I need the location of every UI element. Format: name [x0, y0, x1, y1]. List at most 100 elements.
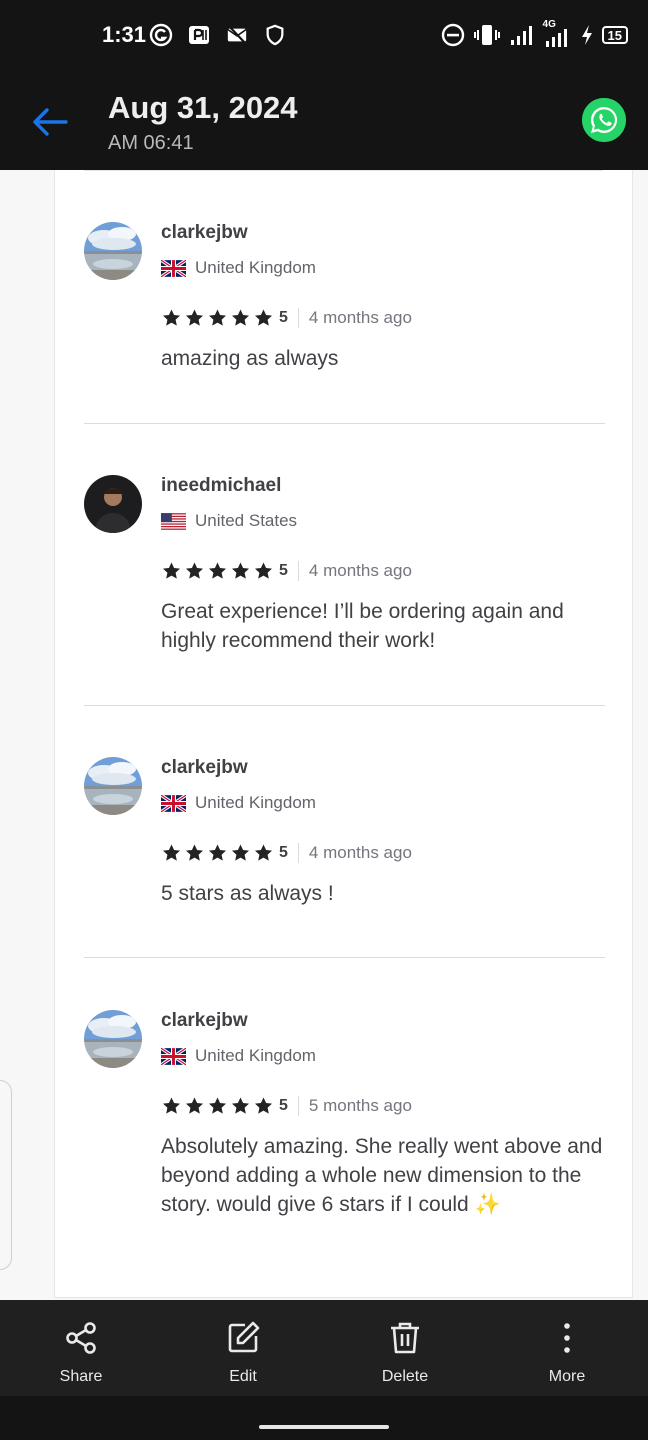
status-notification-icons	[148, 22, 288, 48]
edit-label: Edit	[229, 1368, 257, 1385]
country-name: United States	[195, 511, 298, 530]
avatar[interactable]	[84, 1010, 142, 1068]
uk-flag-icon	[161, 795, 186, 812]
divider	[84, 423, 605, 424]
separator	[297, 843, 299, 863]
reviews-scroll-area[interactable]: clarkejbw United Kingdom 5 4 months ago …	[0, 170, 648, 1300]
star-icon	[207, 308, 228, 328]
country-name: United Kingdom	[195, 1046, 316, 1065]
star-rating	[161, 843, 274, 863]
reviewer-name[interactable]: clarkejbw	[161, 222, 248, 244]
edit-icon	[228, 1321, 260, 1353]
divider	[84, 705, 605, 706]
status-bar: 1:31 4G 15	[0, 0, 648, 72]
rating-row: 5 5 months ago	[161, 1096, 412, 1116]
do-not-disturb-icon	[440, 22, 466, 48]
reviewer-name[interactable]: clarkejbw	[161, 1010, 248, 1032]
star-icon	[184, 308, 205, 328]
divider	[84, 170, 603, 171]
star-icon	[230, 843, 251, 863]
rating-score: 5	[279, 562, 288, 579]
star-rating	[161, 1096, 274, 1116]
star-icon	[184, 1096, 205, 1116]
delete-button[interactable]: Delete	[324, 1300, 486, 1396]
star-icon	[184, 561, 205, 581]
review-time: 4 months ago	[308, 308, 412, 327]
review-item: clarkejbw United Kingdom 5 4 months ago …	[84, 222, 605, 422]
whatsapp-icon	[582, 98, 626, 142]
review-item: clarkejbw United Kingdom 5 4 months ago …	[84, 757, 605, 957]
bottom-action-bar: Share Edit Delete More	[0, 1300, 648, 1396]
reviewer-name[interactable]: ineedmichael	[161, 475, 281, 497]
avatar[interactable]	[84, 222, 142, 280]
star-icon	[161, 561, 182, 581]
reviewer-country: United Kingdom	[161, 1046, 316, 1066]
mail-muted-icon	[224, 22, 250, 48]
back-button[interactable]	[26, 98, 74, 146]
battery-indicator: 15	[601, 26, 628, 44]
delete-label: Delete	[381, 1368, 429, 1385]
parking-app-icon	[186, 22, 212, 48]
system-nav-bar	[0, 1396, 648, 1440]
star-rating	[161, 308, 274, 328]
status-time: 1:31	[102, 22, 147, 47]
reviewer-country: United Kingdom	[161, 258, 316, 278]
home-gesture-bar[interactable]	[259, 1425, 389, 1429]
rating-score: 5	[279, 1097, 288, 1114]
divider	[84, 957, 605, 958]
star-icon	[230, 308, 251, 328]
reviewer-country: United Kingdom	[161, 793, 316, 813]
separator	[297, 308, 299, 328]
charging-icon	[580, 22, 594, 48]
avatar[interactable]	[84, 757, 142, 815]
star-icon	[161, 308, 182, 328]
rating-score: 5	[279, 844, 288, 861]
star-icon	[207, 843, 228, 863]
whatsapp-button[interactable]	[582, 98, 626, 142]
edit-button[interactable]: Edit	[162, 1300, 324, 1396]
share-button[interactable]: Share	[0, 1300, 162, 1396]
reviews-card: clarkejbw United Kingdom 5 4 months ago …	[54, 170, 633, 1298]
star-icon	[207, 1096, 228, 1116]
uk-flag-icon	[161, 260, 186, 277]
share-icon	[66, 1322, 96, 1354]
trash-icon	[391, 1322, 419, 1354]
arrow-left-icon	[33, 108, 68, 136]
star-icon	[253, 561, 274, 581]
vibrate-icon	[473, 22, 500, 48]
more-button[interactable]: More	[486, 1300, 648, 1396]
country-name: United Kingdom	[195, 258, 316, 277]
star-icon	[253, 843, 274, 863]
star-rating	[161, 561, 274, 581]
grammarly-icon	[148, 22, 174, 48]
uk-flag-icon	[161, 1048, 186, 1065]
review-text: Great experience! I’ll be ordering again…	[161, 600, 564, 652]
reviewer-name[interactable]: clarkejbw	[161, 757, 248, 779]
us-flag-icon	[161, 513, 186, 530]
review-time: 4 months ago	[308, 843, 412, 862]
network-type-label: 4G	[542, 19, 556, 30]
review-item: clarkejbw United Kingdom 5 5 months ago …	[84, 1010, 605, 1270]
avatar[interactable]	[84, 475, 142, 533]
more-vertical-icon	[564, 1323, 570, 1353]
app-bar: Aug 31, 2024 AM 06:41	[0, 72, 648, 170]
review-item: ineedmichael United States 5 4 months ag…	[84, 475, 605, 705]
signal-icon	[508, 22, 534, 48]
star-icon	[253, 1096, 274, 1116]
review-text: Absolutely amazing. She really went abov…	[161, 1135, 603, 1216]
star-icon	[161, 843, 182, 863]
shield-icon	[262, 22, 288, 48]
star-icon	[207, 561, 228, 581]
signal-4g-icon: 4G	[542, 19, 572, 48]
review-time: 4 months ago	[308, 561, 412, 580]
country-name: United Kingdom	[195, 793, 316, 812]
review-time: 5 months ago	[308, 1096, 412, 1115]
star-icon	[253, 308, 274, 328]
star-icon	[184, 843, 205, 863]
rating-row: 5 4 months ago	[161, 561, 412, 581]
star-icon	[230, 561, 251, 581]
status-system-icons: 4G 15	[440, 19, 628, 48]
edge-panel-handle[interactable]	[0, 1080, 12, 1270]
reviewer-country: United States	[161, 511, 297, 531]
separator	[297, 561, 299, 581]
